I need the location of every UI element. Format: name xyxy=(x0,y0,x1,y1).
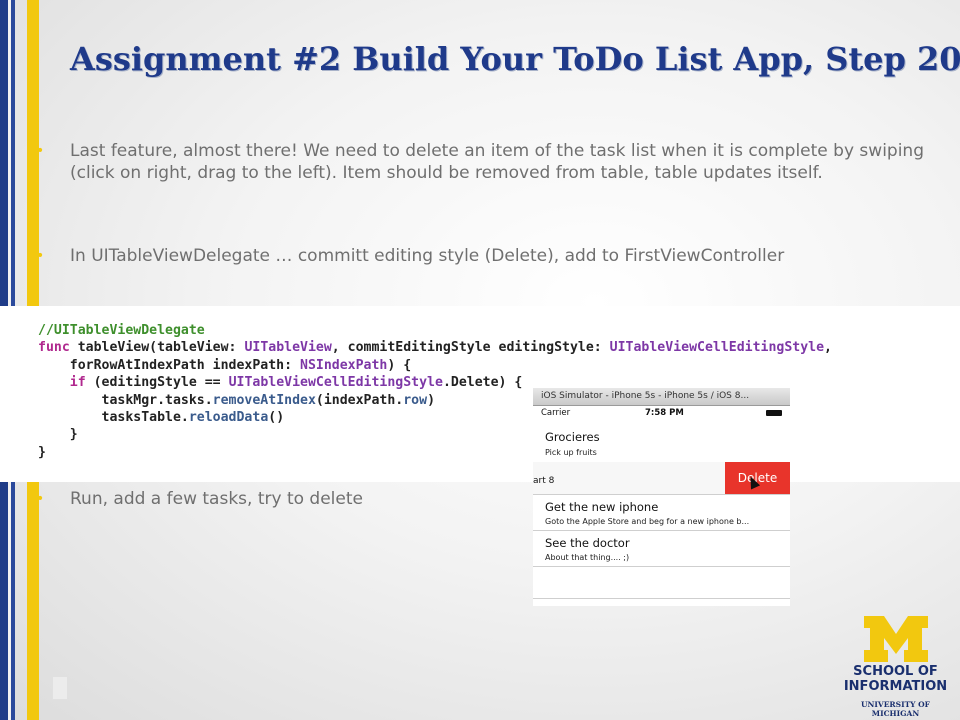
code-type: UITableViewCellEditingStyle xyxy=(228,375,443,391)
empty-row xyxy=(533,566,790,599)
block-m-icon xyxy=(864,616,928,662)
code-text: taskMgr.tasks. xyxy=(38,392,213,408)
code-type: UITableViewCellEditingStyle xyxy=(609,340,825,356)
code-comment: //UITableViewDelegate xyxy=(38,323,205,338)
code-call: removeAtIndex xyxy=(212,392,316,408)
bullet-1-text: Last feature, almost there! We need to d… xyxy=(70,141,924,183)
slide-title: Assignment #2 Build Your ToDo List App, … xyxy=(70,40,960,78)
logo-line-3: UNIVERSITY OF MICHIGAN xyxy=(860,700,930,718)
bullet-2-text: In UITableViewDelegate … committ editing… xyxy=(70,246,785,266)
code-text: } xyxy=(38,444,46,460)
code-text: tasksTable. xyxy=(38,410,189,426)
task-title: Grocieres xyxy=(545,430,600,444)
task-subtitle: About that thing.... ;) xyxy=(545,553,630,562)
logo-line-1: SCHOOL OF xyxy=(853,664,938,679)
bullet-3-text: Run, add a few tasks, try to delete xyxy=(70,489,363,509)
status-time: 7:58 PM xyxy=(645,408,684,418)
bullet-marker: • xyxy=(36,143,45,159)
bullet-marker: • xyxy=(36,491,45,507)
code-text: , commitEditingStyle editingStyle: xyxy=(331,340,610,356)
code-text: forRowAtIndexPath indexPath: xyxy=(38,357,301,373)
code-call: row xyxy=(403,392,428,408)
task-subtitle: Pick up fruits xyxy=(545,448,597,457)
carrier-label: Carrier xyxy=(541,408,571,418)
code-text: .Delete) { xyxy=(442,375,523,391)
bullet-3: • Run, add a few tasks, try to delete xyxy=(36,488,940,510)
simulator-window-title: iOS Simulator - iPhone 5s - iPhone 5s / … xyxy=(541,391,750,401)
code-keyword: if xyxy=(38,375,86,391)
simulator-titlebar: iOS Simulator - iPhone 5s - iPhone 5s / … xyxy=(533,388,790,406)
code-text: , xyxy=(824,340,832,356)
code-text: tableView(tableView: xyxy=(69,340,245,356)
logo-line-2: INFORMATION xyxy=(843,679,948,694)
code-keyword: func xyxy=(38,340,70,356)
task-title-fragment: art 8 xyxy=(533,476,555,486)
code-text: () xyxy=(268,410,285,426)
code-text: ) { xyxy=(387,357,412,373)
code-text: } xyxy=(38,427,78,443)
code-type: UITableView xyxy=(244,340,332,356)
code-call: reloadData xyxy=(188,410,269,426)
umich-logo: SCHOOL OF INFORMATION UNIVERSITY OF MICH… xyxy=(838,612,953,718)
ios-status-bar: Carrier 7:58 PM xyxy=(533,406,790,420)
bullet-2: • In UITableViewDelegate … committ editi… xyxy=(36,245,940,267)
task-title: See the doctor xyxy=(545,536,630,550)
code-text: ) xyxy=(427,392,436,408)
slide-footer-box xyxy=(52,676,68,700)
battery-icon xyxy=(766,410,782,416)
bullet-marker: • xyxy=(36,248,45,264)
task-row: See the doctor About that thing.... ;) xyxy=(533,530,790,567)
code-text: (indexPath. xyxy=(315,392,404,408)
code-type: NSIndexPath xyxy=(300,357,388,373)
task-row: Grocieres Pick up fruits xyxy=(533,424,790,463)
code-text: (editingStyle == xyxy=(85,375,229,391)
task-subtitle: Goto the Apple Store and beg for a new i… xyxy=(545,517,750,526)
bullet-1: • Last feature, almost there! We need to… xyxy=(36,140,940,184)
